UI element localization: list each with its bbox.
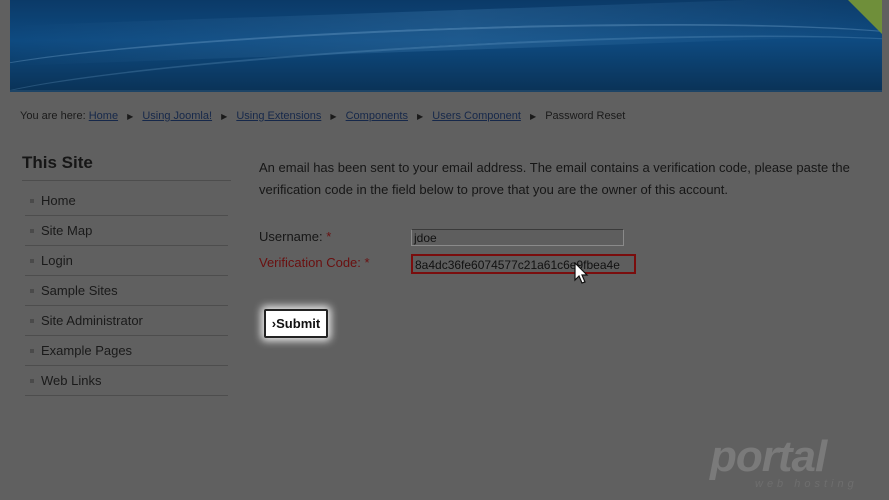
verification-code-field[interactable]: 8a4dc36fe6074577c21a61c6e9fbea4e [411,254,636,274]
sidebar-item-web-links[interactable]: Web Links [25,366,228,396]
required-marker: * [326,229,332,244]
bullet-icon [30,198,34,203]
breadcrumb-arrow-icon: ▶ [330,112,337,121]
breadcrumb: You are here: Home ▶ Using Joomla! ▶ Usi… [20,110,625,122]
breadcrumb-link-using-joomla[interactable]: Using Joomla! [142,110,212,122]
sidebar-menu: Home Site Map Login Sample Sites Site Ad… [25,186,228,396]
submit-button[interactable]: ›Submit [264,309,328,338]
bullet-icon [30,348,34,353]
sidebar-item-login[interactable]: Login [25,246,228,276]
watermark-tagline: web hosting [755,478,858,490]
sidebar-item-site-map[interactable]: Site Map [25,216,228,246]
portal-watermark-logo: portal web hosting [710,432,860,492]
bullet-icon [30,288,34,293]
breadcrumb-link-users-component[interactable]: Users Component [432,110,521,122]
sidebar-item-label: Web Links [41,373,102,388]
sidebar-item-label: Login [41,253,73,268]
verification-code-label: Verification Code: * [259,255,370,270]
sidebar-title: This Site [22,153,93,172]
header-corner-accent [848,0,882,34]
breadcrumb-current: Password Reset [545,110,626,122]
username-label: Username: * [259,229,331,244]
username-field[interactable]: jdoe [411,229,624,246]
breadcrumb-prefix: You are here: [20,110,86,122]
mouse-pointer-icon [574,262,589,284]
bullet-icon [30,318,34,323]
sidebar-item-label: Site Administrator [41,313,143,328]
breadcrumb-link-components[interactable]: Components [346,110,408,122]
sidebar-item-label: Example Pages [41,343,133,358]
bullet-icon [30,228,34,233]
sidebar-item-label: Sample Sites [41,283,118,298]
breadcrumb-link-home[interactable]: Home [89,110,118,122]
username-label-text: Username: [259,229,323,244]
sidebar-item-label: Site Map [41,223,93,238]
header-banner [10,0,882,92]
verification-message: An email has been sent to your email add… [259,160,850,197]
sidebar-item-example-pages[interactable]: Example Pages [25,336,228,366]
sidebar-item-site-administrator[interactable]: Site Administrator [25,306,228,336]
sidebar-item-sample-sites[interactable]: Sample Sites [25,276,228,306]
breadcrumb-arrow-icon: ▶ [529,112,537,121]
sidebar-item-home[interactable]: Home [25,186,228,216]
bullet-icon [30,258,34,263]
breadcrumb-arrow-icon: ▶ [417,112,424,121]
breadcrumb-arrow-icon: ▶ [127,112,134,121]
verification-code-label-text: Verification Code: [259,255,361,270]
watermark-brand: portal [710,432,827,481]
submit-label: Submit [276,316,321,331]
breadcrumb-link-using-extensions[interactable]: Using Extensions [236,110,321,122]
breadcrumb-arrow-icon: ▶ [221,112,228,121]
required-marker: * [364,255,370,270]
sidebar-divider [22,180,231,181]
sidebar-item-label: Home [41,193,76,208]
bullet-icon [30,378,34,383]
